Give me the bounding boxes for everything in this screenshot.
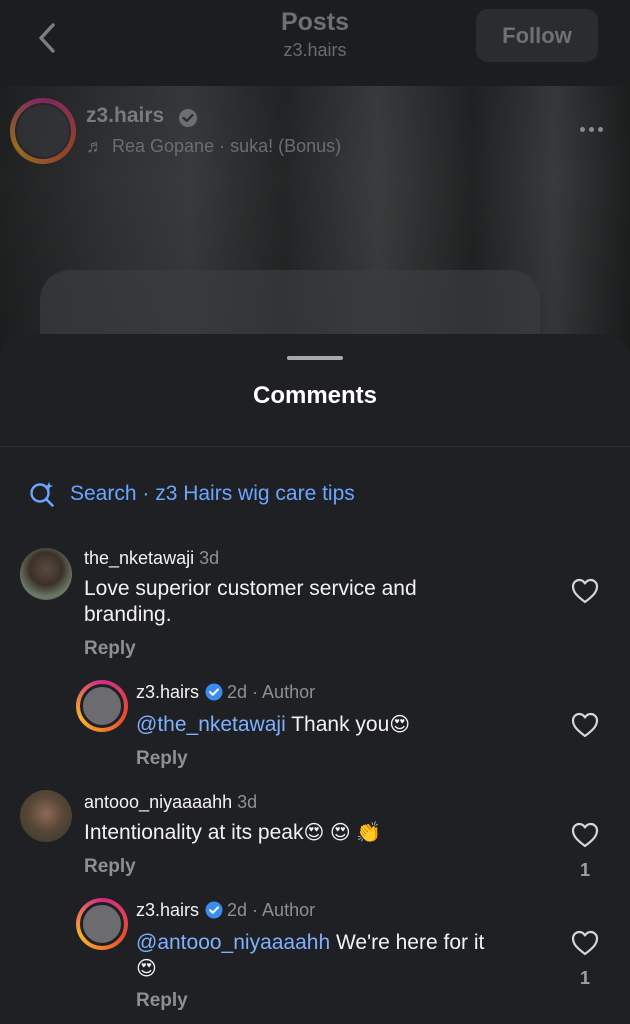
heart-icon[interactable] — [571, 822, 599, 848]
search-suggestion[interactable]: Search · z3 Hairs wig care tips — [28, 480, 355, 508]
comment-meta: 2d · Author — [227, 682, 316, 702]
reply-button[interactable]: Reply — [84, 856, 136, 878]
mention-link[interactable]: @antooo_niyaaaahh — [136, 931, 330, 954]
verified-icon — [179, 109, 197, 127]
avatar[interactable] — [76, 680, 128, 732]
emoji: 😍 😍 👏 — [303, 822, 382, 844]
post-music-label: Rea Gopane · suka! (Bonus) — [112, 136, 342, 156]
comment-text: Intentionality at its peak😍 😍 👏 — [84, 820, 524, 846]
reply-button[interactable]: Reply — [136, 990, 188, 1012]
heart-icon[interactable] — [571, 712, 599, 738]
like-count: 1 — [579, 860, 590, 880]
follow-button[interactable]: Follow — [476, 9, 598, 62]
comments-sheet: Comments Search · z3 Hairs wig care tips… — [0, 334, 630, 1024]
reply-button[interactable]: Reply — [136, 748, 188, 770]
comment-text: @antooo_niyaaaahh We're here for it 😍 — [136, 930, 536, 982]
post-username[interactable]: z3.hairs — [86, 104, 164, 128]
heart-icon[interactable] — [571, 930, 599, 956]
comment-body: Intentionality at its peak — [84, 821, 304, 844]
comment-username[interactable]: the_nketawaji — [84, 548, 194, 568]
avatar[interactable] — [20, 548, 72, 600]
post-avatar[interactable] — [10, 98, 76, 164]
reply-button[interactable]: Reply — [84, 638, 136, 660]
divider — [0, 446, 630, 447]
avatar[interactable] — [20, 790, 72, 842]
music-note-icon: ♬ — [86, 136, 104, 156]
comment-time: 3d — [199, 548, 220, 568]
comment-text: Love superior customer service and brand… — [84, 577, 417, 626]
emoji: 😍 — [136, 958, 157, 980]
post-avatar-image — [15, 103, 71, 159]
sheet-grabber[interactable] — [287, 356, 343, 360]
verified-icon — [205, 901, 223, 919]
sheet-title: Comments — [252, 382, 378, 409]
verified-icon — [205, 683, 223, 701]
more-icon[interactable] — [580, 124, 610, 134]
heart-icon[interactable] — [571, 578, 599, 604]
comment-body: We're here for it — [330, 931, 485, 954]
mention-link[interactable]: @the_nketawaji — [136, 713, 286, 736]
comment-username[interactable]: z3.hairs — [136, 900, 199, 920]
comment-username[interactable]: z3.hairs — [136, 682, 199, 702]
post-music[interactable]: ♬ Rea Gopane · suka! (Bonus) — [86, 136, 341, 157]
avatar[interactable] — [76, 898, 128, 950]
comment-time: 3d — [237, 792, 258, 812]
emoji: 😍 — [389, 714, 411, 736]
search-sparkle-icon — [30, 482, 54, 507]
comment-meta: 2d · Author — [227, 900, 316, 920]
comment-username[interactable]: antooo_niyaaaahh — [84, 792, 232, 812]
comment-body: Thank you — [285, 713, 390, 736]
search-suggestion-label: Search · z3 Hairs wig care tips — [70, 482, 355, 505]
like-count: 1 — [579, 968, 590, 988]
comment-text: @the_nketawaji Thank you😍 — [136, 712, 536, 738]
top-bar: Posts z3.hairs Follow — [0, 0, 630, 86]
